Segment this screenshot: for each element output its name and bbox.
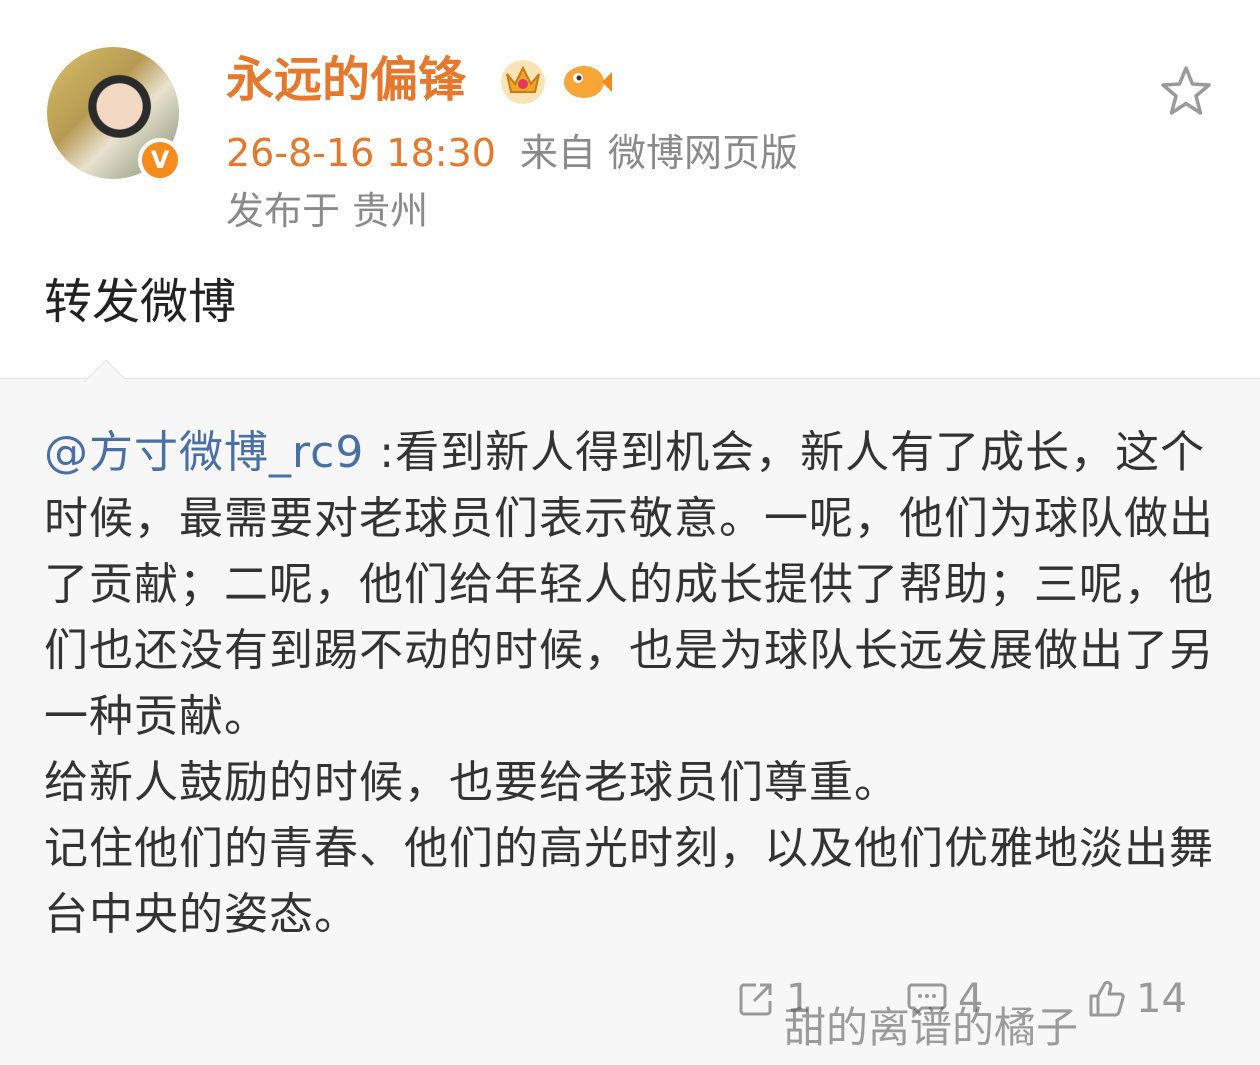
post-time: 26-8-16 18:30: [226, 131, 496, 175]
like-button[interactable]: 14: [1086, 976, 1187, 1022]
watermark: 甜的离谱的橘子: [784, 1003, 1079, 1052]
fish-icon: [564, 66, 612, 98]
quote-notch: [84, 360, 128, 382]
star-icon[interactable]: [1156, 62, 1216, 122]
quoted-paragraph-3: 记住他们的青春、他们的高光时刻，以及他们优雅地淡出舞台中央的姿态。: [44, 823, 1214, 940]
username[interactable]: 永远的偏锋: [226, 50, 466, 110]
verified-badge-icon: V: [138, 138, 182, 182]
quoted-paragraph-1: @方寸微博_rc9 :看到新人得到机会，新人有了成长，这个时候，最需要对老球员们…: [44, 427, 1214, 742]
repost-text: 转发微博: [44, 274, 237, 330]
repost-icon: [739, 983, 772, 1016]
crown-icon: [501, 60, 545, 104]
quoted-body: @方寸微博_rc9 :看到新人得到机会，新人有了成长，这个时候，最需要对老球员们…: [44, 420, 1220, 948]
mention-link[interactable]: @方寸微博_rc9: [44, 427, 364, 478]
thumbs-up-icon: [1089, 980, 1125, 1017]
post-meta: 26-8-16 18:30 来自 微博网页版: [226, 128, 798, 178]
like-count: 14: [1136, 976, 1187, 1022]
post-header: V 永远的偏锋 26-8-16 18:30 来自 微博网页版 发布于 贵州 转发微…: [0, 0, 1260, 380]
quoted-paragraph-2: 给新人鼓励的时候，也要给老球员们尊重。: [44, 757, 899, 808]
post-location: 发布于 贵州: [226, 189, 429, 233]
post-source: 来自 微博网页版: [519, 131, 798, 175]
